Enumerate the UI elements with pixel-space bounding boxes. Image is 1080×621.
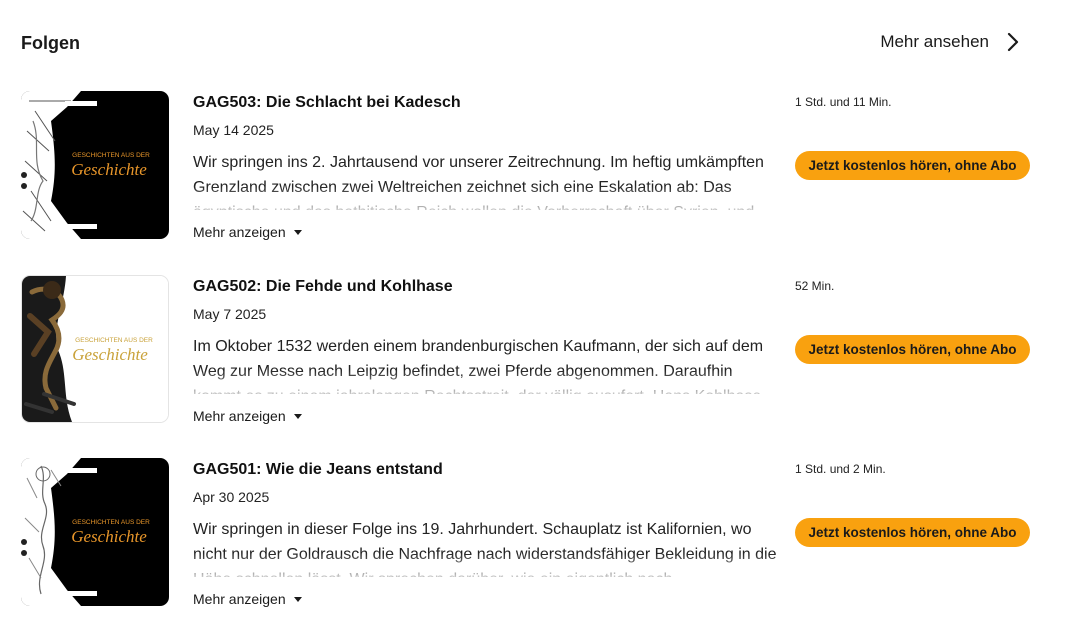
chevron-right-icon (1007, 32, 1019, 52)
cover-brand-top: GESCHICHTEN AUS DER (72, 519, 150, 526)
show-more-button[interactable]: Mehr anzeigen (193, 591, 302, 607)
cover-brand-main: Geschichte (71, 160, 147, 179)
episode-row: GESCHICHTEN AUS DER Geschichte GAG503: D… (21, 91, 1031, 241)
listen-free-button[interactable]: Jetzt kostenlos hören, ohne Abo (795, 335, 1030, 364)
section-header: Folgen Mehr ansehen (21, 30, 1031, 60)
episode-duration: 1 Std. und 11 Min. (795, 95, 892, 109)
cover-brand-main: Geschichte (72, 345, 148, 364)
section-title: Folgen (21, 33, 80, 53)
episode-date: May 7 2025 (193, 306, 267, 322)
episode-cover-image[interactable]: GESCHICHTEN AUS DER Geschichte (21, 458, 169, 606)
episode-title[interactable]: GAG502: Die Fehde und Kohlhase (193, 278, 453, 296)
cover-brand-top: GESCHICHTEN AUS DER (75, 337, 153, 344)
see-more-link[interactable]: Mehr ansehen (880, 32, 1019, 52)
episode-date: May 14 2025 (193, 122, 274, 138)
caret-down-icon (293, 413, 302, 419)
listen-free-button[interactable]: Jetzt kostenlos hören, ohne Abo (795, 518, 1030, 547)
episode-duration: 1 Std. und 2 Min. (795, 462, 886, 476)
show-more-button[interactable]: Mehr anzeigen (193, 224, 302, 240)
show-more-label: Mehr anzeigen (193, 224, 286, 240)
caret-down-icon (293, 596, 302, 602)
episode-title[interactable]: GAG503: Die Schlacht bei Kadesch (193, 94, 461, 112)
episode-cover-image[interactable]: GESCHICHTEN AUS DER Geschichte (21, 275, 169, 423)
caret-down-icon (293, 229, 302, 235)
episode-row: GESCHICHTEN AUS DER Geschichte GAG501: W… (21, 458, 1031, 608)
cover-brand-main: Geschichte (71, 527, 147, 546)
show-more-label: Mehr anzeigen (193, 408, 286, 424)
episode-description: Wir springen in dieser Folge ins 19. Jah… (193, 521, 777, 577)
episode-date: Apr 30 2025 (193, 489, 270, 505)
see-more-label: Mehr ansehen (880, 32, 989, 51)
episode-description: Im Oktober 1532 werden einem brandenburg… (193, 338, 764, 394)
show-more-button[interactable]: Mehr anzeigen (193, 408, 302, 424)
episode-row: GESCHICHTEN AUS DER Geschichte GAG502: D… (21, 275, 1031, 425)
show-more-label: Mehr anzeigen (193, 591, 286, 607)
cover-brand-top: GESCHICHTEN AUS DER (72, 152, 150, 159)
episode-description: Wir springen ins 2. Jahrtausend vor unse… (193, 154, 764, 210)
episode-title[interactable]: GAG501: Wie die Jeans entstand (193, 461, 443, 479)
listen-free-button[interactable]: Jetzt kostenlos hören, ohne Abo (795, 151, 1030, 180)
episode-duration: 52 Min. (795, 279, 835, 293)
episode-cover-image[interactable]: GESCHICHTEN AUS DER Geschichte (21, 91, 169, 239)
